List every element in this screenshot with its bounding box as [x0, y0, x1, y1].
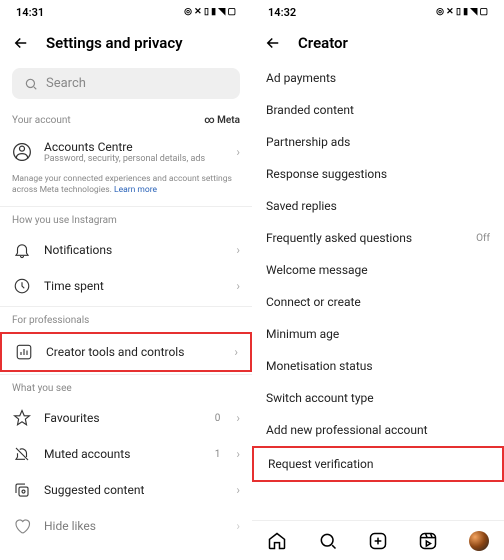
chevron-right-icon: › [236, 145, 240, 159]
creator-item-switch-account-type[interactable]: Switch account type [252, 382, 504, 414]
screen-creator: 14:32 ◎ ✕ ▯ ▮ ◥ ▢ Creator Ad payments Bra… [252, 0, 504, 560]
page-title: Settings and privacy [46, 34, 183, 52]
meta-badge: ∞ Meta [204, 115, 240, 126]
item-label: Monetisation status [266, 359, 373, 373]
nav-home[interactable] [266, 530, 288, 552]
star-icon [12, 408, 32, 428]
row-label: Muted accounts [44, 447, 203, 461]
item-label: Ad payments [266, 71, 336, 85]
muted-count: 1 [215, 449, 221, 460]
item-trail: Off [476, 233, 490, 244]
bell-off-icon [12, 444, 32, 464]
creator-item-branded-content[interactable]: Branded content [252, 94, 504, 126]
item-label: Branded content [266, 103, 354, 117]
search-placeholder: Search [46, 76, 86, 91]
chart-icon [14, 342, 34, 362]
header: Creator [252, 24, 504, 62]
row-label: Hide likes [44, 519, 224, 533]
row-label: Suggested content [44, 483, 224, 497]
status-bar: 14:31 ◎ ✕ ▯ ▮ ◥ ▢ [0, 0, 252, 24]
row-label: Favourites [44, 411, 203, 425]
chevron-right-icon: › [236, 243, 240, 257]
item-label: Minimum age [266, 327, 339, 341]
divider [0, 306, 252, 307]
chevron-right-icon: › [236, 279, 240, 293]
item-label: Frequently asked questions [266, 231, 412, 245]
item-label: Partnership ads [266, 135, 350, 149]
status-time: 14:32 [268, 6, 296, 19]
hide-likes-row[interactable]: Hide likes › [0, 508, 252, 544]
chevron-right-icon: › [234, 345, 238, 359]
item-label: Switch account type [266, 391, 374, 405]
chevron-right-icon: › [236, 519, 240, 533]
avatar [469, 531, 489, 551]
creator-item-saved-replies[interactable]: Saved replies [252, 190, 504, 222]
section-your-account: Your account ∞ Meta [0, 109, 252, 132]
header: Settings and privacy [0, 24, 252, 62]
back-button[interactable] [264, 34, 282, 52]
creator-item-partnership-ads[interactable]: Partnership ads [252, 126, 504, 158]
nav-new-post[interactable] [367, 530, 389, 552]
item-label: Welcome message [266, 263, 368, 277]
bell-icon [12, 240, 32, 260]
creator-item-response-suggestions[interactable]: Response suggestions [252, 158, 504, 190]
back-button[interactable] [12, 34, 30, 52]
divider [0, 206, 252, 207]
section-label-text: Your account [12, 115, 71, 126]
muted-accounts-row[interactable]: Muted accounts 1 › [0, 436, 252, 472]
nav-profile[interactable] [468, 530, 490, 552]
status-bar: 14:32 ◎ ✕ ▯ ▮ ◥ ▢ [252, 0, 504, 24]
accounts-centre-sub: Password, security, personal details, ad… [44, 154, 224, 164]
status-icons: ◎ ✕ ▯ ▮ ◥ ▢ [436, 7, 488, 17]
section-how-you-use: How you use Instagram [0, 209, 252, 232]
creator-item-welcome-message[interactable]: Welcome message [252, 254, 504, 286]
row-text: Accounts Centre Password, security, pers… [44, 140, 224, 164]
chevron-right-icon: › [236, 447, 240, 461]
fine-print: Manage your connected experiences and ac… [0, 172, 252, 204]
notifications-row[interactable]: Notifications › [0, 232, 252, 268]
creator-item-add-new-professional-account[interactable]: Add new professional account [252, 414, 504, 446]
chevron-right-icon: › [236, 483, 240, 497]
section-what-you-see: What you see [0, 377, 252, 400]
chevron-right-icon: › [236, 411, 240, 425]
creator-item-frequently-asked-questions[interactable]: Frequently asked questions Off [252, 222, 504, 254]
status-icons: ◎ ✕ ▯ ▮ ◥ ▢ [184, 7, 236, 17]
accounts-centre-title: Accounts Centre [44, 140, 224, 154]
row-label: Time spent [44, 279, 224, 293]
page-title: Creator [298, 34, 348, 52]
status-time: 14:31 [16, 6, 44, 19]
learn-more-link[interactable]: Learn more [114, 185, 157, 195]
search-icon [24, 77, 38, 91]
copy-icon [12, 480, 32, 500]
accounts-centre-row[interactable]: Accounts Centre Password, security, pers… [0, 132, 252, 172]
creator-item-ad-payments[interactable]: Ad payments [252, 62, 504, 94]
creator-list: Ad payments Branded content Partnership ad… [252, 62, 504, 482]
bottom-nav [252, 520, 504, 560]
creator-item-minimum-age[interactable]: Minimum age [252, 318, 504, 350]
screen-settings: 14:31 ◎ ✕ ▯ ▮ ◥ ▢ Settings and privacy S… [0, 0, 252, 560]
nav-search[interactable] [317, 530, 339, 552]
item-label: Add new professional account [266, 423, 428, 437]
nav-reels[interactable] [417, 530, 439, 552]
suggested-content-row[interactable]: Suggested content › [0, 472, 252, 508]
row-label: Notifications [44, 243, 224, 257]
favourites-row[interactable]: Favourites 0 › [0, 400, 252, 436]
item-label: Connect or create [266, 295, 361, 309]
row-label: Creator tools and controls [46, 345, 222, 359]
creator-item-request-verification[interactable]: Request verification [252, 446, 504, 482]
time-spent-row[interactable]: Time spent › [0, 268, 252, 304]
creator-item-connect-or-create[interactable]: Connect or create [252, 286, 504, 318]
search-input[interactable]: Search [12, 68, 240, 99]
creator-item-monetisation-status[interactable]: Monetisation status [252, 350, 504, 382]
heart-icon [12, 516, 32, 536]
item-label: Response suggestions [266, 167, 387, 181]
item-label: Request verification [268, 457, 374, 471]
clock-icon [12, 276, 32, 296]
section-for-professionals: For professionals [0, 309, 252, 332]
divider [0, 374, 252, 375]
favourites-count: 0 [215, 413, 221, 424]
user-icon [12, 142, 32, 162]
item-label: Saved replies [266, 199, 337, 213]
creator-tools-row[interactable]: Creator tools and controls › [0, 332, 252, 372]
